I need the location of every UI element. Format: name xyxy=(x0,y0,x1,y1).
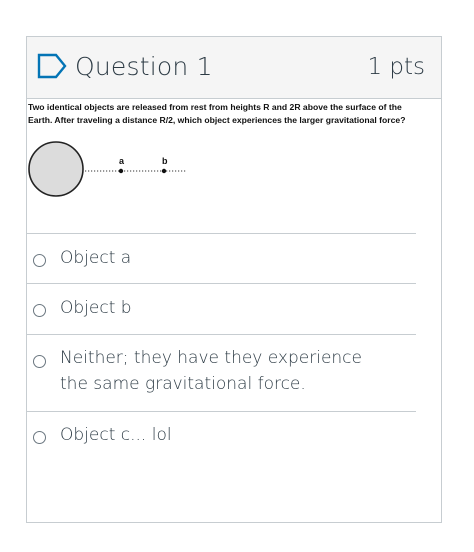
answer-option-neither[interactable]: Neither; they have they experience the s… xyxy=(26,334,416,411)
radio-button[interactable] xyxy=(33,254,46,267)
question-title: Question 1 xyxy=(75,52,213,81)
object-b-dot xyxy=(161,168,167,174)
radio-button[interactable] xyxy=(33,355,46,368)
question-points: 1 pts xyxy=(367,54,425,80)
question-text: Two identical objects are released from … xyxy=(28,101,410,127)
answer-list: Object a Object b Neither; they have the… xyxy=(26,233,416,459)
question-text-line-2: Earth. After traveling a distance R/2, w… xyxy=(28,115,406,125)
earth-circle xyxy=(28,141,84,197)
question-text-line-1: Two identical objects are released from … xyxy=(28,102,402,112)
answer-option-c[interactable]: Object c... lol xyxy=(26,411,416,459)
object-a-label: a xyxy=(119,156,125,166)
earth-diagram: a b xyxy=(28,141,186,197)
answer-label: Object a xyxy=(60,248,132,268)
answer-option-a[interactable]: Object a xyxy=(26,233,416,283)
object-b-label: b xyxy=(162,156,168,166)
radio-button[interactable] xyxy=(33,304,46,317)
answer-option-b[interactable]: Object b xyxy=(26,283,416,334)
object-a-dot xyxy=(118,168,124,174)
question-header: Question 1 1 pts xyxy=(27,37,441,99)
answer-label: Object b xyxy=(60,298,132,318)
flag-icon[interactable] xyxy=(37,53,67,79)
answer-label: Neither; they have they experience the s… xyxy=(60,348,362,394)
answer-label: Object c... lol xyxy=(60,425,172,445)
radio-button[interactable] xyxy=(33,431,46,444)
